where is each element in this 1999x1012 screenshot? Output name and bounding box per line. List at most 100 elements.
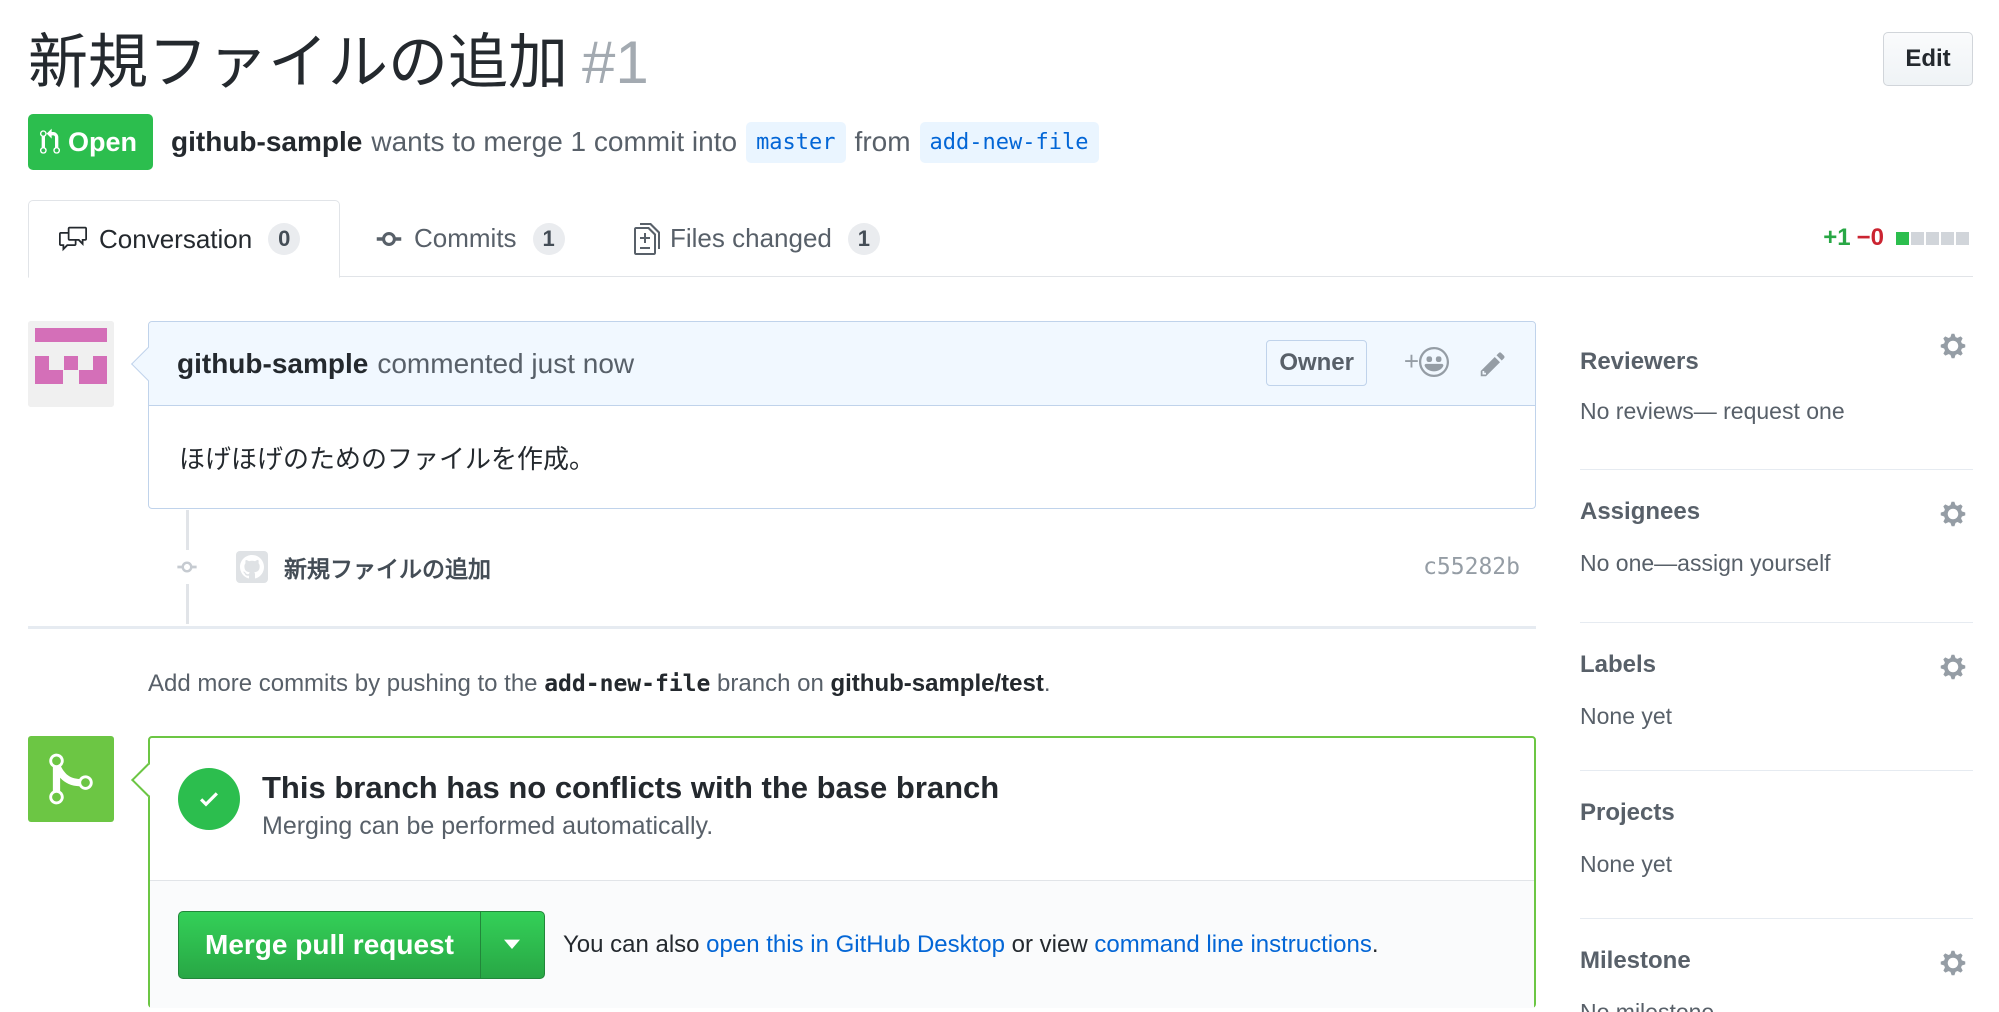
merge-status-icon bbox=[28, 736, 114, 822]
pr-meta: Open github-sample wants to merge 1 comm… bbox=[28, 114, 1108, 170]
sidebar-projects-value: None yet bbox=[1580, 851, 1673, 877]
diffstat-block bbox=[1926, 232, 1939, 245]
git-commit-icon bbox=[177, 561, 197, 573]
commit-sha-link[interactable]: c55282b bbox=[1423, 554, 1520, 580]
diffstat-block bbox=[1941, 232, 1954, 245]
comment-header: github-sample commented just now Owner + bbox=[149, 322, 1535, 406]
base-branch[interactable]: master bbox=[746, 121, 846, 163]
merge-status-title: This branch has no conflicts with the ba… bbox=[262, 770, 1000, 805]
comment-timestamp: commented just now bbox=[377, 347, 635, 379]
merge-status-text: This branch has no conflicts with the ba… bbox=[262, 768, 999, 844]
state-label: Open bbox=[68, 126, 138, 157]
merge-alt-suffix: . bbox=[1371, 930, 1379, 958]
merge-pointer bbox=[131, 763, 165, 797]
timeline-divider bbox=[28, 626, 1536, 629]
sidebar-reviewers-value: No reviews— request one bbox=[1580, 398, 1845, 424]
smiley-icon bbox=[1419, 346, 1449, 377]
gear-icon[interactable] bbox=[1939, 500, 1967, 533]
tab-commits-count: 1 bbox=[532, 222, 565, 255]
command-line-instructions-link[interactable]: command line instructions bbox=[1094, 931, 1371, 958]
merge-status-subtitle: Merging can be performed automatically. bbox=[262, 812, 714, 840]
comment-body: ほげほげのためのファイルを作成。 bbox=[179, 444, 596, 475]
identicon-image bbox=[28, 321, 114, 407]
tab-conversation[interactable]: Conversation 0 bbox=[28, 200, 340, 278]
diffstat-block bbox=[1956, 232, 1969, 245]
gear-icon[interactable] bbox=[1939, 653, 1967, 686]
pencil-icon bbox=[1480, 352, 1505, 377]
from-text: from bbox=[854, 126, 911, 157]
reaction-plus: + bbox=[1403, 346, 1419, 376]
git-merge-icon bbox=[49, 753, 93, 805]
comment-discussion-icon bbox=[59, 226, 87, 252]
pr-tabs: Conversation 0 Commits 1 Files changed 1… bbox=[28, 200, 1973, 278]
commit-dot bbox=[170, 550, 204, 584]
open-github-desktop-link[interactable]: open this in GitHub Desktop bbox=[706, 931, 1005, 958]
pull-request-icon bbox=[40, 128, 60, 154]
merge-button-group: Merge pull request bbox=[178, 910, 545, 979]
pr-number: #1 bbox=[582, 29, 649, 96]
hint-repo: github-sample/test bbox=[830, 670, 1044, 697]
pr-header: 新規ファイルの追加 #1 Edit bbox=[28, 18, 1973, 108]
sidebar-assignees-heading[interactable]: Assignees bbox=[1580, 492, 1973, 532]
diffstat-block bbox=[1911, 232, 1924, 245]
tab-conversation-count: 0 bbox=[268, 223, 301, 255]
sidebar-milestone: Milestone No milestone bbox=[1580, 919, 1973, 1012]
sidebar-projects: Projects None yet bbox=[1580, 771, 1973, 919]
merge-alt-prefix: You can also bbox=[562, 930, 700, 958]
gear-icon[interactable] bbox=[1939, 949, 1967, 982]
state-badge: Open bbox=[28, 114, 154, 170]
merge-alternatives: You can also open this in GitHub Desktop… bbox=[563, 931, 1379, 959]
edit-button[interactable]: Edit bbox=[1883, 32, 1973, 86]
diffstat-block bbox=[1896, 232, 1909, 245]
sidebar-assignees: Assignees No one—assign yourself bbox=[1580, 470, 1973, 623]
sidebar-reviewers: Reviewers No reviews— request one bbox=[1580, 322, 1973, 470]
owner-label: Owner bbox=[1266, 340, 1367, 386]
pr-sidebar: Reviewers No reviews— request one Assign… bbox=[1580, 322, 1973, 1012]
tab-files-changed-label: Files changed bbox=[670, 223, 832, 253]
sidebar-milestone-value: No milestone bbox=[1580, 999, 1715, 1012]
tab-files-changed[interactable]: Files changed 1 bbox=[634, 200, 880, 277]
pr-title: 新規ファイルの追加 #1 bbox=[28, 28, 649, 98]
timeline-commit: 新規ファイルの追加 c55282b bbox=[170, 540, 1536, 594]
sidebar-milestone-heading[interactable]: Milestone bbox=[1580, 941, 1973, 981]
sidebar-assignees-value[interactable]: No one—assign yourself bbox=[1580, 546, 1973, 580]
head-branch[interactable]: add-new-file bbox=[919, 121, 1099, 163]
gear-icon[interactable] bbox=[1939, 332, 1967, 365]
merge-actions: Merge pull request You can also open thi… bbox=[150, 880, 1534, 1008]
hint-prefix: Add more commits by pushing to the bbox=[148, 670, 538, 697]
add-reaction-button[interactable]: + bbox=[1404, 346, 1449, 377]
diffstat-blocks bbox=[1894, 224, 1969, 252]
tab-files-changed-count: 1 bbox=[847, 222, 880, 255]
hint-branch: add-new-file bbox=[544, 671, 711, 697]
merge-method-dropdown[interactable] bbox=[479, 911, 544, 978]
merge-pull-request-button[interactable]: Merge pull request bbox=[179, 912, 480, 978]
tab-conversation-label: Conversation bbox=[99, 223, 253, 254]
tab-commits-label: Commits bbox=[414, 223, 517, 253]
merge-box: This branch has no conflicts with the ba… bbox=[131, 736, 1536, 1008]
sidebar-labels-heading[interactable]: Labels bbox=[1580, 645, 1973, 685]
commit-author-avatar[interactable] bbox=[236, 551, 268, 583]
pr-author-link[interactable]: github-sample bbox=[171, 126, 362, 158]
diffstat-added: +1 bbox=[1823, 224, 1851, 251]
diffstat: +1 −0 bbox=[1823, 224, 1969, 252]
sidebar-reviewers-heading[interactable]: Reviewers bbox=[1580, 342, 1973, 382]
pr-title-text: 新規ファイルの追加 bbox=[28, 28, 568, 98]
file-diff-icon bbox=[634, 222, 660, 255]
comment-box: github-sample commented just now Owner +… bbox=[131, 321, 1536, 509]
hint-middle: branch on bbox=[717, 670, 824, 697]
commit-message-link[interactable]: 新規ファイルの追加 bbox=[284, 550, 491, 584]
push-hint: Add more commits by pushing to the add-n… bbox=[148, 670, 1051, 698]
diffstat-removed: −0 bbox=[1856, 224, 1884, 251]
merge-description: wants to merge 1 commit into bbox=[371, 126, 738, 157]
octocat-icon bbox=[240, 555, 264, 579]
edit-comment-button[interactable] bbox=[1479, 350, 1507, 385]
hint-suffix: . bbox=[1043, 670, 1051, 697]
avatar[interactable] bbox=[28, 321, 114, 407]
sidebar-projects-heading: Projects bbox=[1580, 799, 1675, 826]
git-commit-icon bbox=[376, 231, 402, 246]
comment-author-link[interactable]: github-sample bbox=[177, 348, 368, 380]
sidebar-labels: Labels None yet bbox=[1580, 623, 1973, 771]
sidebar-labels-value: None yet bbox=[1580, 703, 1673, 729]
tab-commits[interactable]: Commits 1 bbox=[374, 200, 565, 277]
triangle-down-icon bbox=[504, 939, 521, 949]
